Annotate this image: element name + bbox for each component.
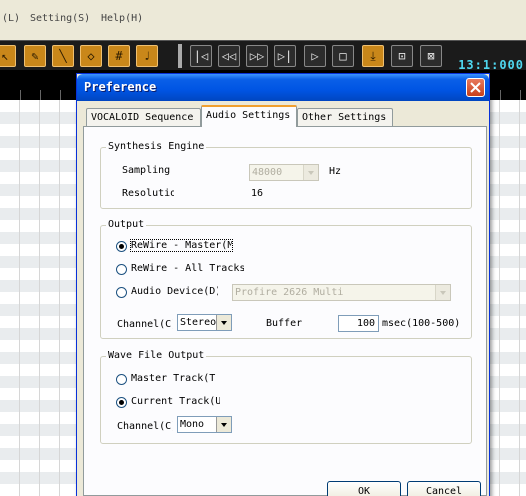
line-tool-button[interactable]: ╲ xyxy=(52,45,74,67)
ok-button[interactable]: OK xyxy=(327,481,401,496)
loop-icon[interactable]: ⊡ xyxy=(391,45,413,67)
resolution-label: Resolution xyxy=(122,188,174,199)
output-title: Output xyxy=(106,219,147,230)
current-track-radio[interactable] xyxy=(116,397,127,408)
pencil-tool-button[interactable]: ✎ xyxy=(24,45,46,67)
sampling-label: Sampling xyxy=(122,165,171,176)
resolution-value: 16 xyxy=(251,188,264,199)
chevron-down-icon xyxy=(435,285,450,300)
fast-forward-icon[interactable]: ▷▷ xyxy=(246,45,268,67)
menu-item-help[interactable]: Help(H) xyxy=(101,13,143,24)
toolbar-separator xyxy=(178,44,182,68)
output-channel-label: Channel(C) xyxy=(117,319,173,330)
rewire-master-radio[interactable] xyxy=(116,241,127,252)
audio-device-select: Profire 2626 Multi xyxy=(232,284,451,301)
play-icon[interactable]: ▷ xyxy=(304,45,326,67)
ruler-tick xyxy=(520,90,521,100)
buffer-unit: msec(100-500) xyxy=(382,318,461,329)
master-track-label[interactable]: Master Track(T) xyxy=(131,373,216,384)
wave-channel-label: Channel(C) xyxy=(117,421,173,432)
wave-channel-value: Mono xyxy=(180,419,205,430)
grid-tool-button[interactable]: # xyxy=(108,45,130,67)
rewire-all-tracks-radio[interactable] xyxy=(116,264,127,275)
wave-channel-select[interactable]: Mono xyxy=(177,416,232,433)
toolbar: ↖ ✎ ╲ ◇ # ♩ |◁ ◁◁ ▷▷ ▷| ▷ □ ⤓ ⊡ ⊠ 13:1:0… xyxy=(0,40,526,72)
rewire-all-tracks-label[interactable]: ReWire - All Tracks xyxy=(131,263,244,274)
buffer-input[interactable]: 100 xyxy=(338,315,379,332)
synthesis-engine-title: Synthesis Engine xyxy=(106,141,207,152)
output-channel-value: Stereo xyxy=(180,317,217,328)
sampling-unit: Hz xyxy=(329,166,342,177)
menu-item-setting[interactable]: Setting(S) xyxy=(30,13,90,24)
audio-device-radio[interactable] xyxy=(116,287,127,298)
tab-other-settings[interactable]: Other Settings xyxy=(297,108,393,127)
chevron-down-icon xyxy=(303,165,318,180)
dialog-title: Preference xyxy=(84,80,157,94)
audio-device-value: Profire 2626 Multi xyxy=(235,287,344,298)
wave-file-output-group: Wave File Output Master Track(T) Current… xyxy=(100,350,472,444)
master-track-radio[interactable] xyxy=(116,374,127,385)
ruler-tick xyxy=(40,90,41,100)
note-tool-button[interactable]: ♩ xyxy=(136,45,158,67)
rewind-icon[interactable]: ◁◁ xyxy=(218,45,240,67)
audio-settings-panel: Synthesis Engine Sampling 48000 Hz Resol… xyxy=(83,126,487,496)
dialog-titlebar[interactable]: Preference xyxy=(77,74,489,101)
output-channel-select[interactable]: Stereo xyxy=(177,314,232,331)
close-button[interactable] xyxy=(466,78,485,97)
eraser-tool-button[interactable]: ◇ xyxy=(80,45,102,67)
chevron-down-icon xyxy=(216,417,231,432)
go-to-end-icon[interactable]: ▷| xyxy=(274,45,296,67)
ruler-tick xyxy=(500,90,501,100)
preference-dialog: Preference VOCALOID Sequence Audio Setti… xyxy=(76,73,490,496)
cancel-button[interactable]: Cancel xyxy=(407,481,481,496)
audio-device-label[interactable]: Audio Device(D) xyxy=(131,286,218,297)
tab-vocaloid-sequence[interactable]: VOCALOID Sequence xyxy=(86,108,201,127)
stop-icon[interactable]: □ xyxy=(332,45,354,67)
chevron-down-icon xyxy=(216,315,231,330)
pointer-tool-button[interactable]: ↖ xyxy=(0,45,16,67)
tab-audio-settings[interactable]: Audio Settings xyxy=(201,105,297,127)
output-group: Output ReWire - Master(M) ReWire - All T… xyxy=(100,219,472,339)
auto-scroll-icon[interactable]: ⤓ xyxy=(362,45,384,67)
menu-bar: (L) Setting(S) Help(H) xyxy=(0,0,526,40)
buffer-label: Buffer xyxy=(266,318,303,329)
current-track-label[interactable]: Current Track(U) xyxy=(131,396,220,407)
synthesis-engine-group: Synthesis Engine Sampling 48000 Hz Resol… xyxy=(100,141,472,209)
rewire-master-label[interactable]: ReWire - Master(M) xyxy=(130,239,233,252)
wave-file-output-title: Wave File Output xyxy=(106,350,207,361)
ruler-tick xyxy=(60,90,61,100)
menu-item-edit[interactable]: (L) xyxy=(2,13,20,24)
go-to-start-icon[interactable]: |◁ xyxy=(190,45,212,67)
ruler-tick xyxy=(20,90,21,100)
close-icon xyxy=(470,82,481,93)
rewire-icon[interactable]: ⊠ xyxy=(420,45,442,67)
sampling-value: 48000 xyxy=(252,167,283,178)
sampling-select: 48000 xyxy=(249,164,319,181)
